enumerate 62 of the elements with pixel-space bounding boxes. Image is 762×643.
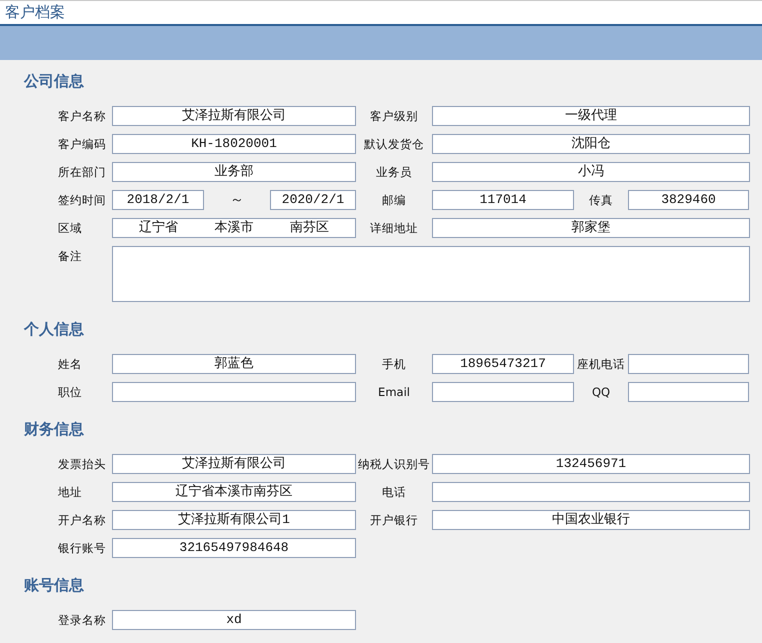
input-field[interactable] bbox=[112, 382, 356, 402]
input-field[interactable] bbox=[432, 482, 750, 502]
section-heading: 个人信息 bbox=[24, 319, 84, 339]
input-field[interactable]: 18965473217 bbox=[432, 354, 574, 374]
field-label: 开户银行 bbox=[370, 512, 418, 529]
input-field[interactable]: 中国农业银行 bbox=[432, 510, 750, 530]
region-value: 南芬区 bbox=[290, 219, 329, 237]
field-label: 发票抬头 bbox=[58, 456, 106, 473]
field-label: 开户名称 bbox=[58, 512, 106, 529]
field-label: 备注 bbox=[58, 248, 82, 265]
field-label: 登录名称 bbox=[58, 612, 106, 629]
input-field[interactable]: 业务部 bbox=[112, 162, 356, 182]
input-field[interactable]: 2018/2/1 bbox=[112, 190, 204, 210]
input-field[interactable]: KH-18020001 bbox=[112, 134, 356, 154]
field-label: 业务员 bbox=[376, 164, 412, 181]
field-label: 区域 bbox=[58, 220, 82, 237]
input-field[interactable]: 沈阳仓 bbox=[432, 134, 750, 154]
section-heading: 公司信息 bbox=[24, 71, 84, 91]
input-field[interactable]: 132456971 bbox=[432, 454, 750, 474]
field-label: 客户级别 bbox=[370, 108, 418, 125]
input-field[interactable]: 117014 bbox=[432, 190, 574, 210]
region-field[interactable]: 辽宁省 本溪市 南芬区 bbox=[112, 218, 356, 238]
field-label: 客户名称 bbox=[58, 108, 106, 125]
input-field[interactable] bbox=[628, 382, 749, 402]
field-label: 传真 bbox=[589, 192, 613, 209]
region-value: 辽宁省 bbox=[139, 219, 178, 237]
field-label: 邮编 bbox=[382, 192, 406, 209]
field-label: 地址 bbox=[58, 484, 82, 501]
page-title: 客户档案 bbox=[5, 3, 65, 22]
field-label: 所在部门 bbox=[58, 164, 106, 181]
input-field[interactable] bbox=[628, 354, 749, 374]
field-label: 纳税人识别号 bbox=[358, 456, 430, 473]
field-label: 默认发货仓 bbox=[364, 136, 424, 153]
field-label: QQ bbox=[592, 384, 610, 401]
input-field[interactable] bbox=[432, 382, 574, 402]
input-field[interactable]: 艾泽拉斯有限公司1 bbox=[112, 510, 356, 530]
field-label: 电话 bbox=[382, 484, 406, 501]
section-heading: 财务信息 bbox=[24, 419, 84, 439]
field-label: 手机 bbox=[382, 356, 406, 373]
field-label: 签约时间 bbox=[58, 192, 106, 209]
input-field[interactable]: 一级代理 bbox=[432, 106, 750, 126]
input-field[interactable]: xd bbox=[112, 610, 356, 630]
section-heading: 账号信息 bbox=[24, 575, 84, 595]
input-field[interactable]: 艾泽拉斯有限公司 bbox=[112, 454, 356, 474]
range-separator: ～ bbox=[230, 191, 244, 209]
field-label: 座机电话 bbox=[577, 356, 625, 373]
field-label: Email bbox=[378, 384, 410, 401]
input-field[interactable]: 郭家堡 bbox=[432, 218, 750, 238]
field-label: 姓名 bbox=[58, 356, 82, 373]
input-field[interactable]: 郭蓝色 bbox=[112, 354, 356, 374]
input-field[interactable]: 2020/2/1 bbox=[270, 190, 356, 210]
input-field[interactable]: 辽宁省本溪市南芬区 bbox=[112, 482, 356, 502]
field-label: 客户编码 bbox=[58, 136, 106, 153]
region-value: 本溪市 bbox=[214, 219, 254, 237]
input-field[interactable]: 艾泽拉斯有限公司 bbox=[112, 106, 356, 126]
input-field[interactable]: 3829460 bbox=[628, 190, 749, 210]
input-field[interactable]: 小冯 bbox=[432, 162, 750, 182]
field-label: 详细地址 bbox=[370, 220, 418, 237]
field-label: 银行账号 bbox=[58, 540, 106, 557]
input-field[interactable]: 32165497984648 bbox=[112, 538, 356, 558]
field-label: 职位 bbox=[58, 384, 82, 401]
remarks-field[interactable] bbox=[112, 246, 750, 302]
